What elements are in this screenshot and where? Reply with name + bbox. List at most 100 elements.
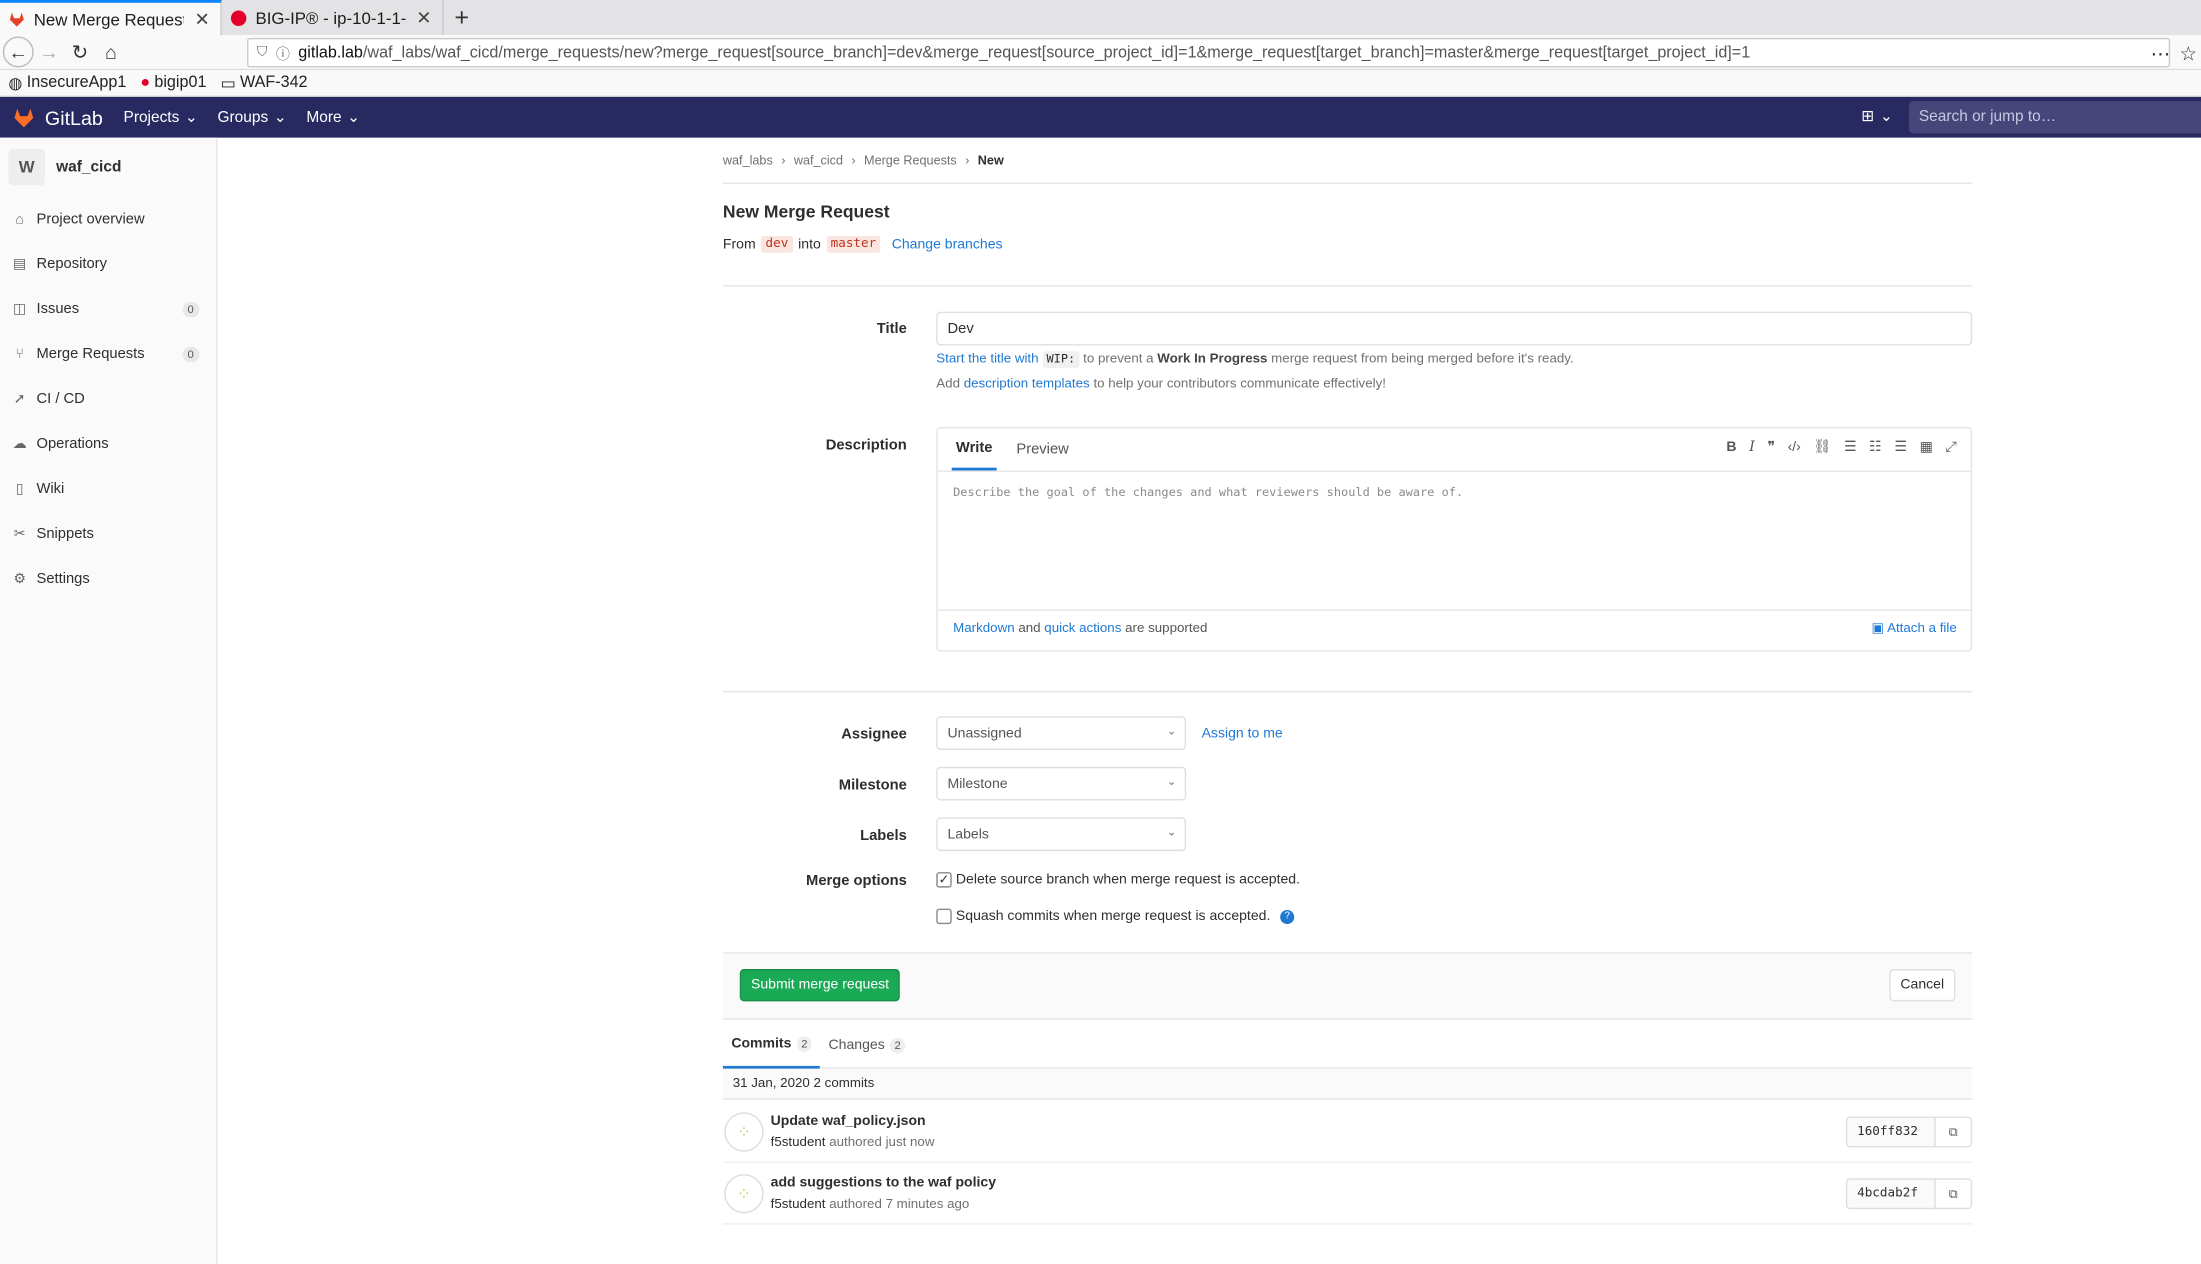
squash-commits-option: Squash commits when merge request is acc… [936, 908, 1295, 925]
menu-projects[interactable]: Projects ⌄ [123, 108, 198, 127]
wip-hint-link[interactable]: Start the title with [936, 351, 1038, 366]
issues-icon: ◫ [13, 301, 27, 317]
url-host: gitlab.lab [298, 44, 363, 62]
sidebar-item-label: Merge Requests [36, 345, 145, 363]
markdown-link[interactable]: Markdown [953, 621, 1015, 636]
copy-icon[interactable]: ⧉ [1934, 1178, 1973, 1210]
bookmark-waf-342[interactable]: ▭ WAF-342 [220, 73, 307, 92]
table-icon[interactable]: ▦ [1920, 440, 1933, 455]
close-icon[interactable]: ✕ [414, 6, 434, 28]
wip-hint-bold: Work In Progress [1157, 351, 1268, 367]
chevron-down-icon: ⌄ [1166, 825, 1177, 839]
tab-changes[interactable]: Changes 2 [820, 1022, 913, 1068]
wip-hint-end: merge request from being merged before i… [1271, 351, 1574, 367]
quick-actions-link[interactable]: quick actions [1044, 621, 1121, 636]
italic-icon[interactable]: I [1749, 440, 1755, 455]
copy-icon[interactable]: ⧉ [1934, 1116, 1973, 1148]
browser-tab-merge-request[interactable]: New Merge Request · ✕ [0, 0, 222, 36]
sidebar-item-label: CI / CD [36, 390, 85, 408]
forward-icon[interactable]: → [34, 37, 65, 68]
squash-commits-checkbox[interactable] [936, 908, 952, 925]
bold-icon[interactable]: B [1726, 440, 1736, 455]
fullscreen-icon[interactable]: ⤢ [1946, 440, 1957, 455]
labels-label: Labels [860, 827, 907, 845]
commit-title[interactable]: Update waf_policy.json [771, 1114, 926, 1129]
gear-icon: ⚙ [13, 570, 26, 587]
commit-title[interactable]: add suggestions to the waf policy [771, 1175, 996, 1190]
chevron-down-icon: ⌄ [273, 109, 287, 127]
code-icon[interactable]: ‹/› [1788, 440, 1801, 455]
commit-author[interactable]: f5student [771, 1135, 826, 1150]
commit-author[interactable]: f5student [771, 1197, 826, 1212]
description-templates-link[interactable]: description templates [964, 376, 1090, 391]
close-icon[interactable]: ✕ [192, 8, 212, 30]
milestone-select[interactable]: Milestone ⌄ [936, 766, 1187, 801]
plus-square-icon: ⊞ [1861, 108, 1875, 125]
attach-file-button[interactable]: ▣ Attach a file [1871, 621, 1956, 636]
sidebar-item-settings[interactable]: ⚙ Settings [0, 556, 216, 601]
description-textarea[interactable]: Describe the goal of the changes and wha… [937, 470, 1971, 611]
bookmark-bigip01[interactable]: ● bigip01 [140, 74, 206, 91]
sidebar-item-merge-requests[interactable]: ⑂ Merge Requests 0 [0, 331, 216, 376]
book-icon: ▯ [15, 481, 24, 497]
sidebar-item-repository[interactable]: ▤ Repository [0, 242, 216, 287]
gitlab-favicon-icon [9, 11, 24, 26]
gitlab-header: GitLab Projects ⌄ Groups ⌄ More ⌄ ⊞ ⌄ Search… [0, 96, 2201, 138]
assign-to-me-link[interactable]: Assign to me [1202, 726, 1283, 741]
commit-time: authored 7 minutes ago [829, 1196, 970, 1212]
title-input[interactable]: Dev [936, 311, 1973, 346]
reload-icon[interactable]: ↻ [65, 37, 96, 68]
menu-label: Projects [123, 108, 180, 126]
new-item-dropdown[interactable]: ⊞ ⌄ [1861, 107, 1892, 125]
bookmark-label: InsecureApp1 [26, 74, 127, 92]
bullet-list-icon[interactable]: ☰ [1844, 440, 1857, 455]
link-icon[interactable]: ⛓ [1813, 440, 1831, 455]
sidebar-item-wiki[interactable]: ▯ Wiki [0, 466, 216, 511]
sidebar-item-operations[interactable]: ☁ Operations [0, 421, 216, 466]
search-input[interactable]: Search or jump to… [1909, 101, 2201, 134]
help-icon[interactable]: ? [1280, 909, 1295, 924]
project-header[interactable]: W waf_cicd [0, 138, 216, 197]
menu-groups[interactable]: Groups ⌄ [218, 108, 287, 127]
sidebar-item-issues[interactable]: ◫ Issues 0 [0, 286, 216, 331]
back-icon[interactable]: ← [2, 36, 34, 68]
sidebar-item-snippets[interactable]: ✂ Snippets [0, 511, 216, 556]
title-label: Title [876, 320, 907, 338]
menu-more[interactable]: More ⌄ [306, 108, 360, 127]
sidebar-item-project-overview[interactable]: ⌂ Project overview [0, 197, 216, 242]
tab-preview[interactable]: Preview [1016, 441, 1068, 458]
gitlab-logo[interactable]: GitLab [0, 106, 124, 129]
tab-write[interactable]: Write [951, 428, 997, 471]
sidebar-item-ci-cd[interactable]: ➚ CI / CD [0, 376, 216, 421]
labels-select[interactable]: Labels ⌄ [936, 817, 1187, 852]
quote-icon[interactable]: ❞ [1767, 440, 1775, 455]
bookmark-insecureapp1[interactable]: ◍ InsecureApp1 [8, 73, 127, 92]
assignee-select[interactable]: Unassigned ⌄ [936, 716, 1187, 750]
delete-source-branch-checkbox[interactable]: ✓ [936, 872, 952, 888]
bookmark-star-icon[interactable]: ☆ [2173, 38, 2201, 69]
browser-tab-bigip[interactable]: BIG-IP® - ip-10-1-1-4. ✕ [222, 0, 444, 36]
numbered-list-icon[interactable]: ☷ [1869, 440, 1882, 455]
new-tab-icon[interactable]: + [444, 0, 480, 35]
chevron-down-icon: ⌄ [184, 109, 198, 127]
markdown-note: Markdown and quick actions are supported [953, 621, 1207, 636]
tab-commits[interactable]: Commits 2 [722, 1022, 821, 1069]
home-icon[interactable]: ⌂ [95, 37, 126, 68]
task-list-icon[interactable]: ☰ [1894, 440, 1907, 455]
chevron-down-icon: ⌄ [1879, 108, 1893, 125]
submit-merge-request-button[interactable]: Submit merge request [739, 969, 901, 1002]
merge-requests-count-badge: 0 [181, 346, 200, 362]
list-item: ⁘ Update waf_policy.json f5student autho… [722, 1101, 1973, 1163]
commit-sha[interactable]: 160ff832 [1845, 1116, 1936, 1148]
cancel-button[interactable]: Cancel [1889, 969, 1956, 1002]
commit-sha[interactable]: 4bcdab2f [1845, 1178, 1936, 1210]
bookmarks-bar: ◍ InsecureApp1 ● bigip01 ▭ WAF-342 [0, 70, 2201, 97]
url-bar[interactable]: ⛉ ⓘ gitlab.lab/waf_labs/waf_cicd/merge_r… [247, 37, 2171, 68]
sidebar-item-label: Snippets [36, 525, 94, 543]
sidebar-item-label: Repository [36, 255, 107, 273]
labels-value: Labels [947, 827, 989, 843]
list-item: ⁘ add suggestions to the waf policy f5st… [722, 1163, 1973, 1225]
markdown-and: and [1018, 620, 1041, 637]
page-actions-icon[interactable]: ⋯ [2145, 38, 2176, 69]
f5-favicon-icon [230, 9, 247, 26]
